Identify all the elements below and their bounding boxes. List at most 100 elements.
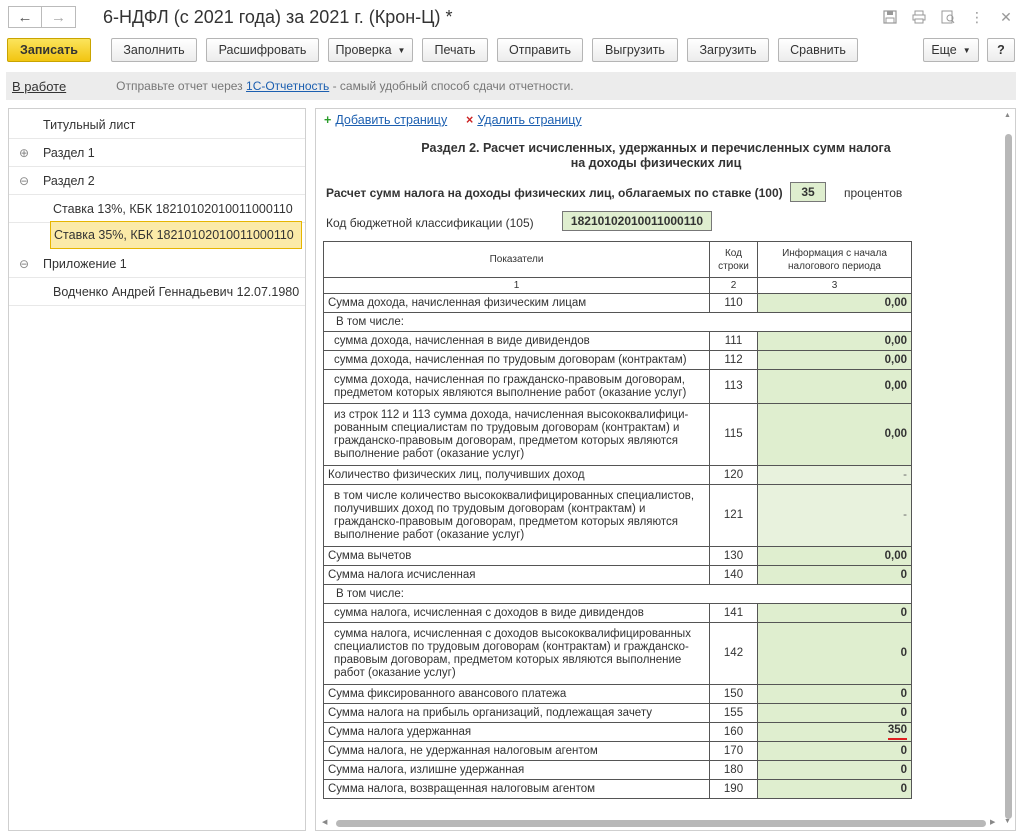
collapse-minus-icon[interactable]: ⊖	[17, 174, 31, 188]
collapse-minus-icon[interactable]: ⊖	[17, 257, 31, 271]
table-row: сумма дохода, начисленная по гражданско-…	[323, 369, 912, 404]
row-label: Количество физических лиц, получивших до…	[323, 465, 710, 485]
print-button[interactable]: Печать	[422, 38, 488, 62]
toolbar: Записать Заполнить Расшифровать Проверка…	[0, 38, 1024, 64]
reporting-link[interactable]: 1С-Отчетность	[246, 79, 329, 93]
delete-page-label: Удалить страницу	[477, 113, 582, 127]
print-icon[interactable]	[911, 9, 927, 25]
decode-button[interactable]: Расшифровать	[206, 38, 319, 62]
horizontal-scrollbar[interactable]: ◀ ▶	[318, 818, 1002, 830]
row-label: Сумма налога, возвращенная налоговым аге…	[323, 779, 710, 799]
tree-item-rate-35[interactable]: Ставка 35%, КБК 18210102010011000110	[50, 221, 302, 249]
scroll-down-icon[interactable]: ▼	[1004, 818, 1011, 825]
scroll-left-icon[interactable]: ◀	[322, 818, 327, 826]
header-info: Информация с начала налогового периода	[757, 241, 912, 278]
help-button[interactable]: ?	[987, 38, 1015, 62]
more-dropdown-button[interactable]: Еще ▼	[923, 38, 979, 62]
delete-x-icon: ×	[466, 113, 474, 127]
row-code: 111	[709, 331, 758, 351]
vertical-scrollbar[interactable]: ▲ ▼	[1003, 110, 1015, 830]
forward-button[interactable]: →	[42, 6, 76, 28]
header-num: 2	[709, 277, 758, 294]
rate-suffix: процентов	[844, 186, 903, 200]
status-link[interactable]: В работе	[12, 79, 66, 94]
tree-item-label: Приложение 1	[43, 256, 127, 271]
row-value[interactable]: 0	[757, 703, 912, 723]
row-value[interactable]: 0,00	[757, 369, 912, 404]
row-value[interactable]: 0,00	[757, 331, 912, 351]
section-heading-line-2: на доходы физических лиц	[570, 156, 742, 170]
row-value[interactable]: 0	[757, 603, 912, 623]
tree-item-title-page[interactable]: Титульный лист	[9, 111, 305, 139]
scroll-thumb[interactable]	[336, 820, 986, 827]
table-row: Сумма фиксированного авансового платежа …	[323, 684, 912, 704]
tree-item-section-2[interactable]: ⊖ Раздел 2	[9, 167, 305, 195]
tree-item-appendix-1[interactable]: ⊖ Приложение 1	[9, 250, 305, 278]
row-code: 130	[709, 546, 758, 566]
row-code: 110	[709, 293, 758, 313]
more-icon[interactable]: ⋮	[969, 9, 985, 25]
compare-button[interactable]: Сравнить	[778, 38, 858, 62]
row-code: 113	[709, 369, 758, 404]
save-button[interactable]: Записать	[7, 38, 91, 62]
add-page-link[interactable]: + Добавить страницу	[324, 113, 447, 127]
table-header-row: Показатели Код строки Информация с начал…	[323, 241, 912, 278]
row-value[interactable]: 0	[757, 779, 912, 799]
table-row: В том числе:	[323, 584, 912, 604]
header-num: 1	[323, 277, 710, 294]
row-value[interactable]: 0	[757, 760, 912, 780]
header-code: Код строки	[709, 241, 758, 278]
check-dropdown-button[interactable]: Проверка ▼	[328, 38, 413, 62]
row-value[interactable]: -	[757, 465, 912, 485]
tree-item-label: Ставка 13%, КБК 18210102010011000110	[53, 201, 293, 216]
scroll-right-icon[interactable]: ▶	[990, 818, 995, 826]
preview-icon[interactable]	[940, 9, 956, 25]
row-value[interactable]: -	[757, 484, 912, 547]
row-code: 190	[709, 779, 758, 799]
tree-item-label: Ставка 35%, КБК 18210102010011000110	[54, 228, 294, 242]
table-row: сумма налога, исчисленная с доходов в ви…	[323, 603, 912, 623]
row-value[interactable]: 0	[757, 622, 912, 685]
arrow-left-icon: ←	[17, 8, 33, 26]
caret-down-icon: ▼	[397, 45, 406, 55]
withheld-tax-value: 350	[887, 724, 907, 740]
indicators-table: Показатели Код строки Информация с начал…	[323, 241, 912, 799]
kbk-field[interactable]: 18210102010011000110	[562, 211, 712, 231]
expand-plus-icon[interactable]: ⊕	[17, 146, 31, 160]
check-label: Проверка	[335, 43, 392, 57]
close-icon[interactable]: ✕	[998, 9, 1014, 25]
send-button[interactable]: Отправить	[497, 38, 583, 62]
row-value[interactable]: 0,00	[757, 293, 912, 313]
table-row: сумма дохода, начисленная в виде дивиден…	[323, 331, 912, 351]
row-value-highlighted[interactable]: 350	[757, 722, 912, 742]
table-row: Сумма налога, возвращенная налоговым аге…	[323, 779, 912, 799]
rate-label: Расчет сумм налога на доходы физических …	[326, 186, 783, 200]
header-indicators: Показатели	[323, 241, 710, 278]
row-value[interactable]: 0,00	[757, 546, 912, 566]
delete-page-link[interactable]: × Удалить страницу	[466, 113, 582, 127]
fill-button[interactable]: Заполнить	[111, 38, 197, 62]
row-value[interactable]: 0	[757, 741, 912, 761]
info-message-before: Отправьте отчет через	[116, 79, 247, 93]
row-code: 121	[709, 484, 758, 547]
upload-button[interactable]: Выгрузить	[592, 38, 678, 62]
back-button[interactable]: ←	[8, 6, 42, 28]
info-message-after: - самый удобный способ сдачи отчетности.	[329, 79, 574, 93]
tree-item-person[interactable]: Водченко Андрей Геннадьевич 12.07.1980	[9, 278, 305, 306]
table-row: Сумма вычетов 130 0,00	[323, 546, 912, 566]
row-label: сумма дохода, начисленная в виде дивиден…	[323, 331, 710, 351]
save-icon[interactable]	[882, 9, 898, 25]
scroll-thumb[interactable]	[1005, 134, 1012, 819]
row-value[interactable]: 0	[757, 684, 912, 704]
scroll-up-icon[interactable]: ▲	[1004, 112, 1011, 119]
tree-item-label: Раздел 2	[43, 173, 95, 188]
tree-item-rate-13[interactable]: Ставка 13%, КБК 18210102010011000110	[9, 195, 305, 223]
row-label: В том числе:	[323, 312, 912, 332]
row-value[interactable]: 0,00	[757, 403, 912, 466]
row-value[interactable]: 0,00	[757, 350, 912, 370]
tree-item-section-1[interactable]: ⊕ Раздел 1	[9, 139, 305, 167]
row-value[interactable]: 0	[757, 565, 912, 585]
rate-field[interactable]: 35	[790, 182, 826, 202]
tree-item-label: Водченко Андрей Геннадьевич 12.07.1980	[53, 284, 300, 299]
load-button[interactable]: Загрузить	[687, 38, 769, 62]
